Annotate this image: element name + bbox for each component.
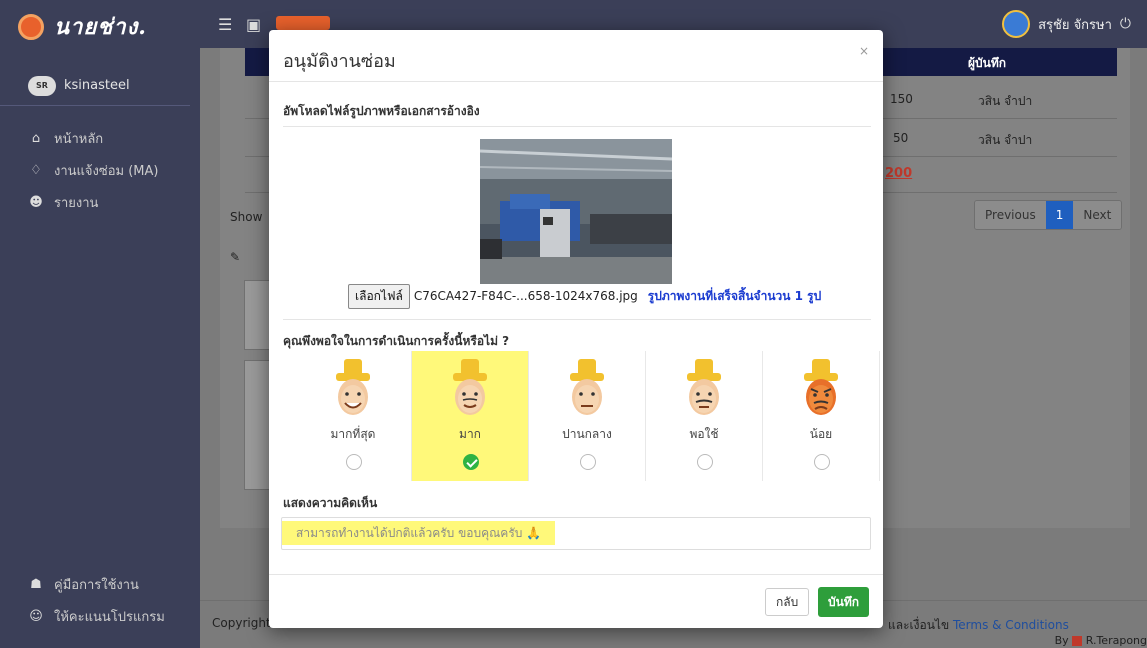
footer-by: By R.Terapong — [1055, 634, 1147, 647]
file-status: รูปภาพงานที่เสร็จสิ้นจำนวน 1 รูป — [647, 288, 822, 303]
pagination-page[interactable]: 1 — [1045, 201, 1074, 229]
divider — [283, 319, 871, 320]
file-input-row: เลือกไฟล์ C76CA427-F84C-...658-1024x768.… — [348, 283, 822, 309]
table-cell-amount: 50 — [893, 131, 909, 145]
back-button[interactable]: กลับ — [765, 588, 810, 616]
user-name: สรุชัย จักรษา — [1038, 17, 1112, 33]
footer-terms-prefix: และเงื่อนไข — [888, 618, 950, 632]
rating-label: ปานกลาง — [562, 427, 612, 441]
rating-label: มาก — [459, 427, 481, 441]
save-button[interactable]: บันทึก — [818, 587, 869, 617]
sidebar: SR ksinasteel ⌂ หน้าหลัก ♢ งานแจ้งซ่อม (… — [0, 48, 200, 648]
comment-label: แสดงความคิดเห็น — [283, 496, 378, 510]
table-cell-recorder: วสิน จำปา — [978, 94, 1033, 108]
logo-icon — [18, 13, 44, 40]
smile-icon: ☺ — [29, 608, 43, 624]
home-icon: ⌂ — [31, 130, 41, 146]
user-menu[interactable]: สรุชัย จักรษา ⏻ — [1002, 10, 1131, 38]
sidebar-item-home[interactable]: ⌂ หน้าหลัก — [0, 122, 200, 154]
very-happy-worker-icon — [336, 359, 370, 415]
table-total[interactable]: 200 — [885, 166, 912, 181]
happy-worker-icon — [453, 359, 487, 415]
uploaded-photo[interactable] — [480, 139, 672, 284]
approve-repair-modal: อนุมัติงานซ่อม × อัพโหลดไฟล์รูปภาพหรือเอ… — [269, 30, 883, 628]
neutral-worker-icon — [570, 359, 604, 415]
hamburger-menu-icon[interactable]: ☰ — [218, 15, 232, 34]
satisfaction-question: คุณพึงพอใจในการดำเนินการครั้งนี้หรือไม่ … — [283, 334, 510, 348]
footer-by-label: By — [1054, 634, 1069, 647]
choose-file-button[interactable]: เลือกไฟล์ — [348, 283, 410, 309]
close-icon[interactable]: × — [859, 44, 869, 58]
upload-label: อัพโหลดไฟล์รูปภาพหรือเอกสารอ้างอิง — [283, 104, 480, 118]
sidebar-menu: ⌂ หน้าหลัก ♢ งานแจ้งซ่อม (MA) ☻ รายงาน — [0, 122, 200, 218]
modal-title: อนุมัติงานซ่อม — [283, 51, 396, 72]
rating-label: น้อย — [809, 427, 833, 441]
status-badge — [276, 16, 330, 30]
modal-header: อนุมัติงานซ่อม × — [269, 30, 883, 82]
sidebar-user: SR ksinasteel — [0, 48, 190, 106]
user-avatar — [1002, 10, 1031, 38]
sidebar-item-label: คู่มือการใช้งาน — [54, 577, 139, 593]
pagination-previous[interactable]: Previous — [975, 201, 1046, 229]
pagination-next[interactable]: Next — [1073, 201, 1122, 229]
rating-option-low[interactable]: น้อย — [763, 351, 880, 481]
app-logo[interactable]: นายช่าง. — [18, 9, 147, 44]
sidebar-bottom: ☗ คู่มือการใช้งาน ☺ ให้คะแนนโปรแกรม — [0, 568, 200, 632]
rating-radio[interactable] — [814, 454, 830, 470]
table-cell-amount: 150 — [890, 92, 913, 106]
table-header-recorder: ผู้บันทึก — [968, 56, 1007, 70]
notification-icon[interactable]: ▣ — [246, 15, 261, 34]
factory-photo-image — [480, 139, 672, 284]
rating-option-fair[interactable]: พอใช้ — [646, 351, 763, 481]
sidebar-item-label: หน้าหลัก — [54, 131, 104, 147]
rating-radio-checked[interactable] — [463, 454, 479, 470]
comment-text: สามารถทำงานได้ปกติแล้วครับ ขอบคุณครับ 🙏 — [282, 521, 556, 545]
sidebar-item-label: ให้คะแนนโปรแกรม — [54, 609, 165, 625]
footer-terms: และเงื่อนไข Terms & Conditions — [888, 616, 1069, 635]
rating-label: พอใช้ — [689, 427, 719, 441]
rating-label: มากที่สุด — [330, 427, 376, 441]
satisfaction-ratings: มากที่สุด มาก ปานกลาง พอใช้ น้อย — [295, 351, 880, 481]
sidebar-avatar: SR — [28, 75, 56, 96]
rating-option-very-satisfied[interactable]: มากที่สุด — [295, 351, 412, 481]
show-entries-text: Show — [230, 210, 263, 224]
pagination: Previous 1 Next — [974, 200, 1123, 230]
footer-author: R.Terapong — [1085, 634, 1147, 647]
comment-input[interactable]: สามารถทำงานได้ปกติแล้วครับ ขอบคุณครับ 🙏 — [281, 517, 871, 550]
sidebar-item-manual[interactable]: ☗ คู่มือการใช้งาน — [0, 568, 200, 600]
modal-footer: กลับ บันทึก — [269, 574, 883, 628]
sidebar-item-label: งานแจ้งซ่อม (MA) — [54, 163, 159, 179]
edit-icon[interactable]: ✎ — [230, 250, 240, 264]
footer-copyright: Copyright — [212, 616, 271, 630]
rating-radio[interactable] — [580, 454, 596, 470]
sidebar-item-reports[interactable]: ☻ รายงาน — [0, 186, 200, 218]
document-thumbnail[interactable] — [244, 280, 272, 350]
rating-option-satisfied[interactable]: มาก — [412, 351, 529, 481]
rating-option-neutral[interactable]: ปานกลาง — [529, 351, 646, 481]
divider — [283, 126, 871, 127]
sidebar-item-rate[interactable]: ☺ ให้คะแนนโปรแกรม — [0, 600, 200, 632]
logo-text: นายช่าง. — [54, 14, 147, 40]
file-name: C76CA427-F84C-...658-1024x768.jpg — [413, 289, 638, 303]
sidebar-item-maintenance[interactable]: ♢ งานแจ้งซ่อม (MA) — [0, 154, 200, 186]
table-cell-recorder: วสิน จำปา — [978, 133, 1033, 147]
users-icon: ☻ — [29, 194, 43, 210]
rating-radio[interactable] — [697, 454, 713, 470]
bell-icon: ♢ — [30, 162, 42, 178]
terms-link[interactable]: Terms & Conditions — [953, 618, 1069, 632]
sidebar-item-label: รายงาน — [54, 195, 99, 211]
author-logo-icon — [1072, 636, 1083, 646]
document-thumbnail[interactable] — [244, 360, 272, 490]
fair-worker-icon — [687, 359, 721, 415]
rating-radio[interactable] — [346, 454, 362, 470]
manual-icon: ☗ — [30, 576, 42, 592]
angry-worker-icon — [804, 359, 838, 415]
sidebar-username: ksinasteel — [64, 78, 130, 93]
logout-icon[interactable]: ⏻ — [1120, 16, 1131, 32]
